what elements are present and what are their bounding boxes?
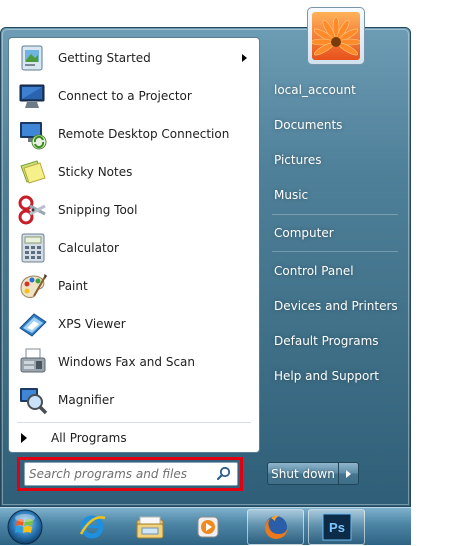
chevron-right-icon xyxy=(346,469,351,478)
taskbar-photoshop[interactable]: Ps xyxy=(308,509,365,545)
program-label: Calculator xyxy=(58,241,119,255)
program-item-remote-desktop[interactable]: Remote Desktop Connection xyxy=(11,116,257,152)
right-item-help-support[interactable]: Help and Support xyxy=(267,361,401,391)
program-item-getting-started[interactable]: Getting Started xyxy=(11,40,257,76)
magnifier-icon xyxy=(20,388,48,415)
user-name-label: local_account xyxy=(274,83,356,97)
right-item-control-panel[interactable]: Control Panel xyxy=(267,256,401,286)
program-item-calculator[interactable]: Calculator xyxy=(11,230,257,266)
right-item-default-programs[interactable]: Default Programs xyxy=(267,326,401,356)
right-item-label: Pictures xyxy=(274,153,322,167)
programs-pane: Getting Started Connect to a Projector R… xyxy=(8,37,260,453)
program-item-fax-scan[interactable]: Windows Fax and Scan xyxy=(11,344,257,380)
program-label: Remote Desktop Connection xyxy=(58,127,230,141)
right-item-label: Default Programs xyxy=(274,334,379,348)
right-item-music[interactable]: Music xyxy=(267,180,401,210)
all-programs-label: All Programs xyxy=(51,431,127,445)
shutdown-button[interactable]: Shut down xyxy=(267,462,338,485)
search-icon[interactable] xyxy=(215,465,233,483)
right-item-label: Devices and Printers xyxy=(274,299,398,313)
submenu-arrow-icon xyxy=(242,54,247,62)
all-programs-arrow-icon xyxy=(21,433,27,443)
program-item-magnifier[interactable]: Magnifier xyxy=(11,382,257,418)
program-item-xps-viewer[interactable]: XPS Viewer xyxy=(11,306,257,342)
right-item-label: Help and Support xyxy=(274,369,379,383)
right-item-pictures[interactable]: Pictures xyxy=(267,145,401,175)
photoshop-label: Ps xyxy=(329,520,345,535)
snipping-tool-icon xyxy=(18,195,46,225)
shutdown-control: Shut down xyxy=(267,462,361,485)
shutdown-options-button[interactable] xyxy=(338,462,359,485)
search-box[interactable] xyxy=(24,462,238,486)
getting-started-icon xyxy=(21,45,43,71)
program-label: Paint xyxy=(58,279,88,293)
media-player-icon xyxy=(197,516,219,538)
paint-icon xyxy=(20,274,47,298)
program-item-paint[interactable]: Paint xyxy=(11,268,257,304)
programs-separator xyxy=(17,422,251,423)
program-item-connect-projector[interactable]: Connect to a Projector xyxy=(11,78,257,114)
taskbar: Ps xyxy=(0,507,411,545)
program-label: Snipping Tool xyxy=(58,203,138,217)
search-input[interactable] xyxy=(25,464,215,484)
all-programs-button[interactable]: All Programs xyxy=(15,427,255,449)
right-item-devices-printers[interactable]: Devices and Printers xyxy=(267,291,401,321)
remote-desktop-icon xyxy=(20,122,47,150)
taskbar-windows-explorer[interactable] xyxy=(128,509,172,545)
program-label: Magnifier xyxy=(58,393,115,407)
internet-explorer-icon xyxy=(79,515,106,539)
user-picture-flower-icon xyxy=(312,12,360,60)
right-separator xyxy=(272,214,398,215)
right-item-label: Music xyxy=(274,188,309,202)
right-separator xyxy=(272,251,398,252)
windows-explorer-icon xyxy=(136,516,164,539)
firefox-icon xyxy=(264,515,288,539)
program-item-sticky-notes[interactable]: Sticky Notes xyxy=(11,154,257,190)
program-label: Getting Started xyxy=(58,51,151,65)
taskbar-media-player[interactable] xyxy=(186,509,230,545)
projector-icon xyxy=(19,84,45,108)
right-item-user[interactable]: local_account xyxy=(267,75,401,105)
xps-viewer-icon xyxy=(19,313,47,337)
right-item-documents[interactable]: Documents xyxy=(267,110,401,140)
program-label: Sticky Notes xyxy=(58,165,133,179)
right-item-label: Control Panel xyxy=(274,264,354,278)
program-label: XPS Viewer xyxy=(58,317,126,331)
right-item-computer[interactable]: Computer xyxy=(267,218,401,248)
right-item-label: Computer xyxy=(274,226,334,240)
start-orb-icon[interactable] xyxy=(4,508,46,546)
sticky-notes-icon xyxy=(20,160,46,184)
calculator-icon xyxy=(21,233,45,263)
program-item-snipping-tool[interactable]: Snipping Tool xyxy=(11,192,257,228)
program-label: Connect to a Projector xyxy=(58,89,192,103)
shutdown-label: Shut down xyxy=(271,466,335,481)
right-item-label: Documents xyxy=(274,118,343,132)
taskbar-internet-explorer[interactable] xyxy=(70,509,114,545)
program-label: Windows Fax and Scan xyxy=(58,355,196,369)
user-picture-frame[interactable] xyxy=(307,7,365,65)
photoshop-icon: Ps xyxy=(322,513,351,541)
taskbar-firefox[interactable] xyxy=(247,509,304,545)
fax-scan-icon xyxy=(20,348,46,373)
